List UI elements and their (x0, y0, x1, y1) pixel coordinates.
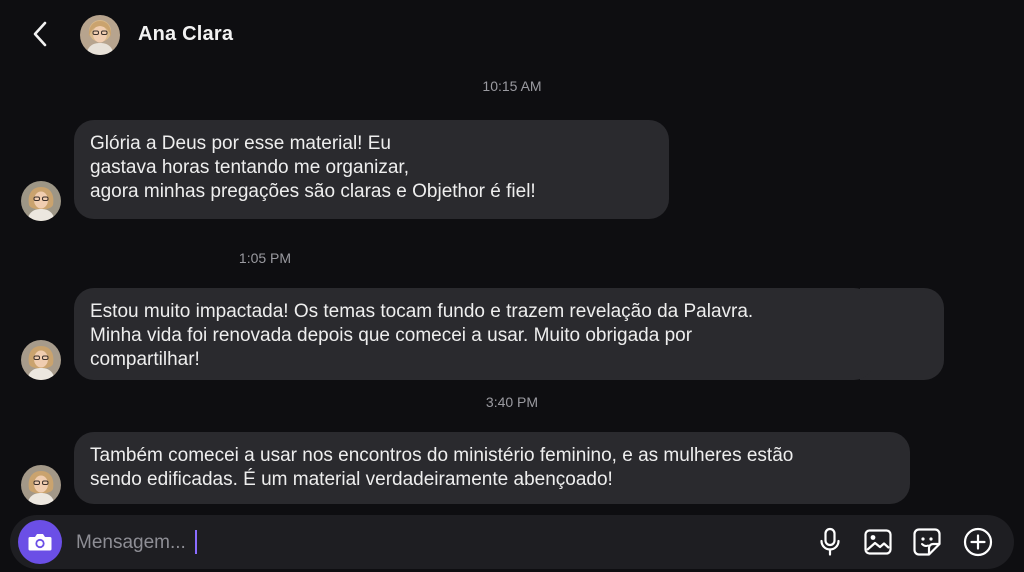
avatar[interactable] (21, 340, 61, 380)
message-text: Minha vida foi renovada depois que comec… (90, 325, 693, 346)
avatar[interactable] (80, 15, 120, 55)
gallery-button[interactable] (861, 525, 895, 559)
contact-avatar-image (21, 181, 61, 221)
message-timestamp: 10:15 AM (482, 78, 542, 94)
camera-icon (28, 534, 52, 551)
add-attachment-button[interactable] (961, 525, 995, 559)
chevron-left-icon (33, 21, 47, 47)
contact-avatar-image (21, 465, 61, 505)
chat-screen: Ana Clara 10:15 AM Glória a Deus por ess… (0, 0, 1024, 572)
message-timestamp: 3:40 PM (485, 394, 539, 410)
message-text: agora minhas pregações são claras e Obje… (90, 181, 536, 202)
chat-header: Ana Clara (0, 0, 1024, 72)
sticker-icon (913, 528, 941, 556)
microphone-icon (820, 527, 840, 556)
avatar[interactable] (21, 181, 61, 221)
message-composer (10, 515, 1014, 569)
message-text: gastava horas tentando me organizar, (90, 157, 409, 178)
message-text: compartilhar! (90, 349, 200, 370)
plus-circle-icon (963, 527, 993, 557)
message-timestamp: 1:05 PM (238, 250, 292, 266)
sticker-button[interactable] (910, 525, 944, 559)
message-text: Também comecei a usar nos encontros do m… (90, 445, 794, 466)
contact-avatar-image (80, 15, 120, 55)
message-input[interactable] (74, 527, 638, 559)
message-text: Glória a Deus por esse material! Eu (90, 133, 391, 154)
gallery-icon (864, 529, 892, 555)
avatar[interactable] (21, 465, 61, 505)
back-button[interactable] (22, 16, 58, 52)
text-cursor (195, 530, 197, 554)
message-bubble[interactable]: Também comecei a usar nos encontros do m… (74, 432, 910, 504)
message-bubble[interactable]: Estou muito impactada! Os temas tocam fu… (74, 288, 874, 380)
message-bubble[interactable]: Glória a Deus por esse material! Eu gast… (74, 120, 669, 219)
message-text: sendo edificadas. É um material verdadei… (90, 469, 613, 490)
message-text: Estou muito impactada! Os temas tocam fu… (90, 301, 754, 322)
contact-avatar-image (21, 340, 61, 380)
voice-button[interactable] (813, 525, 847, 559)
camera-button[interactable] (18, 520, 62, 564)
contact-name[interactable]: Ana Clara (138, 23, 233, 46)
